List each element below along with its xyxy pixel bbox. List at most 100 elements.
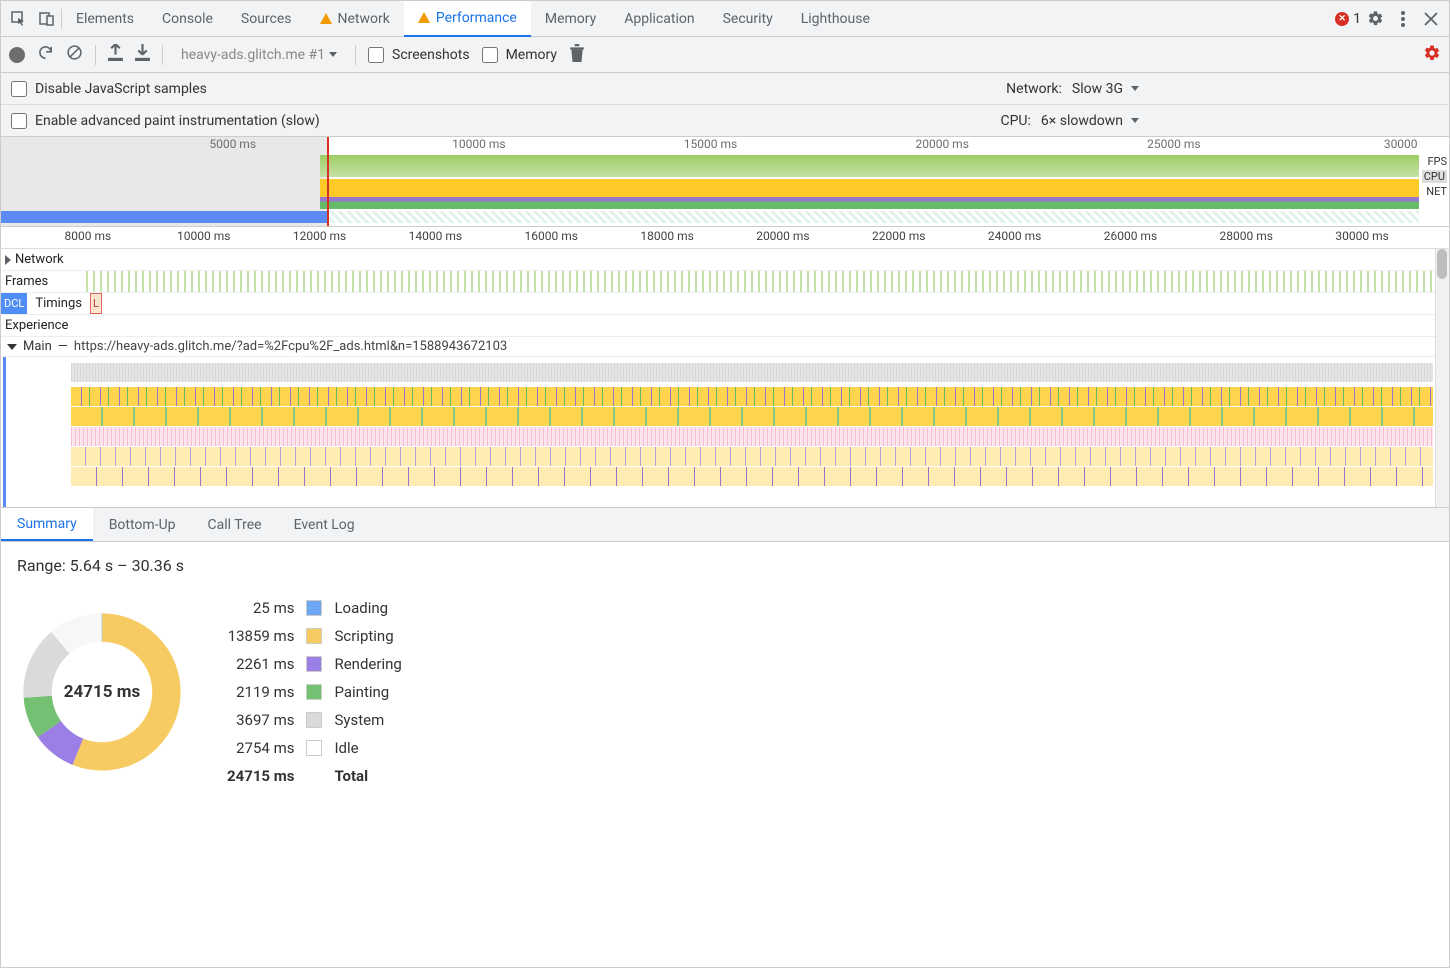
flame-row[interactable]	[71, 427, 1433, 446]
close-devtools-icon[interactable]	[1417, 5, 1445, 33]
flame-row[interactable]	[71, 387, 1433, 406]
recording-select[interactable]: heavy-ads.glitch.me #1	[175, 45, 343, 65]
legend-swatch-loading	[306, 600, 322, 616]
cpu-value: 6× slowdown	[1041, 113, 1123, 129]
summary-legend: 25 msLoading 13859 msScripting 2261 msRe…	[227, 599, 402, 785]
capture-settings-row-2: Enable advanced paint instrumentation (s…	[1, 105, 1449, 137]
track-main-header[interactable]: Main — https://heavy-ads.glitch.me/?ad=%…	[1, 337, 1449, 357]
flame-row[interactable]	[71, 447, 1433, 466]
error-count[interactable]: ✕ 1	[1335, 11, 1361, 27]
legend-label: Painting	[334, 683, 401, 701]
overview-tick: 5000 ms	[209, 137, 256, 151]
legend-ms: 13859 ms	[227, 627, 294, 645]
inspect-element-icon[interactable]	[5, 5, 33, 33]
tab-console[interactable]: Console	[148, 1, 227, 37]
network-label: Network:	[1006, 81, 1062, 97]
delete-recording-icon[interactable]	[569, 44, 585, 66]
reload-button[interactable]	[37, 44, 54, 65]
tracks: Network Frames DCL Timings L Experience …	[1, 249, 1449, 508]
track-frames-label: Frames	[1, 271, 86, 292]
legend-label: System	[334, 711, 401, 729]
memory-label: Memory	[506, 47, 557, 63]
legend-label: Loading	[334, 599, 401, 617]
flame-row[interactable]	[71, 407, 1433, 426]
memory-checkbox[interactable]: Memory	[482, 47, 557, 63]
legend-swatch-scripting	[306, 628, 322, 644]
tab-application[interactable]: Application	[610, 1, 708, 37]
overview-minimap[interactable]: 5000 ms 10000 ms 15000 ms 20000 ms 25000…	[1, 137, 1449, 227]
load-marker[interactable]: L	[90, 293, 102, 314]
more-menu-icon[interactable]	[1389, 5, 1417, 33]
ruler-tick: 8000 ms	[65, 229, 112, 243]
tab-lighthouse[interactable]: Lighthouse	[787, 1, 884, 37]
timeline-ruler[interactable]: 8000 ms 10000 ms 12000 ms 14000 ms 16000…	[1, 227, 1449, 249]
track-timings[interactable]: DCL Timings L	[1, 293, 1449, 315]
capture-settings-gear-icon[interactable]	[1423, 44, 1441, 66]
overview-fps-lane	[1, 155, 1419, 177]
flame-chart[interactable]	[1, 357, 1449, 507]
performance-toolbar: heavy-ads.glitch.me #1 Screenshots Memor…	[1, 37, 1449, 73]
enable-paint-checkbox[interactable]: Enable advanced paint instrumentation (s…	[11, 113, 320, 129]
flame-row[interactable]	[71, 363, 1433, 382]
save-profile-icon[interactable]	[135, 44, 150, 65]
scrollbar-thumb[interactable]	[1437, 249, 1447, 279]
ruler-tick: 22000 ms	[872, 229, 925, 243]
overview-cpu-lane	[1, 179, 1419, 209]
track-frames[interactable]: Frames	[1, 271, 1449, 293]
network-throttle: Network: Slow 3G	[1006, 81, 1139, 97]
subtab-bottom-up[interactable]: Bottom-Up	[93, 508, 192, 541]
screenshots-checkbox-input[interactable]	[368, 47, 384, 63]
expand-icon[interactable]	[5, 255, 11, 265]
overview-tick: 10000 ms	[452, 137, 505, 151]
network-value: Slow 3G	[1072, 81, 1123, 97]
separator	[162, 45, 163, 65]
tab-performance[interactable]: Performance	[404, 1, 531, 37]
ruler-tick: 24000 ms	[988, 229, 1041, 243]
warning-icon	[418, 12, 430, 23]
clear-button[interactable]	[66, 44, 83, 65]
enable-paint-checkbox-input[interactable]	[11, 113, 27, 129]
tab-elements[interactable]: Elements	[62, 1, 148, 37]
legend-label: Scripting	[334, 627, 401, 645]
tab-network[interactable]: Network	[306, 1, 404, 37]
dcl-marker[interactable]: DCL	[1, 293, 27, 314]
tab-security[interactable]: Security	[709, 1, 787, 37]
error-icon: ✕	[1335, 12, 1349, 26]
summary-panel: Range: 5.64 s – 30.36 s 24715 ms 25 msLo…	[1, 542, 1449, 799]
chevron-down-icon	[329, 52, 337, 57]
memory-checkbox-input[interactable]	[482, 47, 498, 63]
tab-memory[interactable]: Memory	[531, 1, 610, 37]
cpu-throttle-select[interactable]: 6× slowdown	[1041, 113, 1139, 129]
tracks-scrollbar[interactable]	[1435, 249, 1449, 507]
settings-gear-icon[interactable]	[1361, 5, 1389, 33]
details-tabs: Summary Bottom-Up Call Tree Event Log	[1, 508, 1449, 542]
subtab-summary[interactable]: Summary	[1, 508, 93, 541]
subtab-call-tree[interactable]: Call Tree	[192, 508, 278, 541]
chevron-down-icon	[1131, 86, 1139, 91]
enable-paint-label: Enable advanced paint instrumentation (s…	[35, 113, 320, 129]
track-experience[interactable]: Experience	[1, 315, 1449, 337]
network-throttle-select[interactable]: Slow 3G	[1072, 81, 1139, 97]
load-profile-icon[interactable]	[108, 44, 123, 65]
subtab-event-log[interactable]: Event Log	[278, 508, 371, 541]
ruler-tick: 18000 ms	[640, 229, 693, 243]
donut-center-label: 24715 ms	[64, 682, 140, 702]
legend-ms: 3697 ms	[227, 711, 294, 729]
disable-js-checkbox-input[interactable]	[11, 81, 27, 97]
disable-js-checkbox[interactable]: Disable JavaScript samples	[11, 81, 207, 97]
screenshots-checkbox[interactable]: Screenshots	[368, 47, 470, 63]
collapse-icon[interactable]	[7, 344, 17, 350]
tab-sources[interactable]: Sources	[227, 1, 306, 37]
ruler-tick: 20000 ms	[756, 229, 809, 243]
overview-net-label: NET	[1422, 185, 1447, 198]
record-button[interactable]	[9, 47, 25, 63]
track-network[interactable]: Network	[1, 249, 1449, 271]
legend-ms: 25 ms	[227, 599, 294, 617]
device-toggle-icon[interactable]	[33, 5, 61, 33]
cpu-throttle: CPU: 6× slowdown	[1000, 113, 1139, 129]
separator	[355, 45, 356, 65]
chevron-down-icon	[1131, 118, 1139, 123]
track-experience-label: Experience	[1, 315, 86, 336]
overview-handle-left[interactable]	[327, 137, 329, 226]
flame-row[interactable]	[71, 467, 1433, 486]
